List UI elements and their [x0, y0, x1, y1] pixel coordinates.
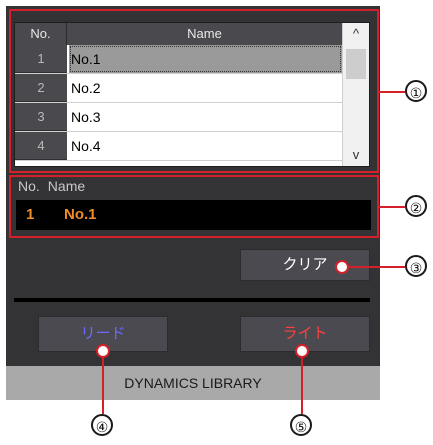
- callout-box-2: [9, 175, 379, 238]
- callout-line-1: [379, 91, 405, 93]
- callout-number-3: ③: [405, 255, 427, 277]
- divider: [14, 298, 370, 302]
- callout-line-2: [379, 206, 405, 208]
- callout-box-1: [9, 9, 379, 173]
- callout-line-3: [347, 266, 405, 268]
- clear-button[interactable]: クリア: [240, 249, 370, 281]
- footer-title: DYNAMICS LIBRARY: [6, 366, 380, 400]
- callout-number-5: ⑤: [290, 414, 312, 436]
- callout-number-1: ①: [405, 80, 427, 102]
- callout-number-2: ②: [405, 195, 427, 217]
- callout-line-5: [301, 356, 303, 414]
- callout-number-4: ④: [91, 414, 113, 436]
- callout-line-4: [102, 356, 104, 414]
